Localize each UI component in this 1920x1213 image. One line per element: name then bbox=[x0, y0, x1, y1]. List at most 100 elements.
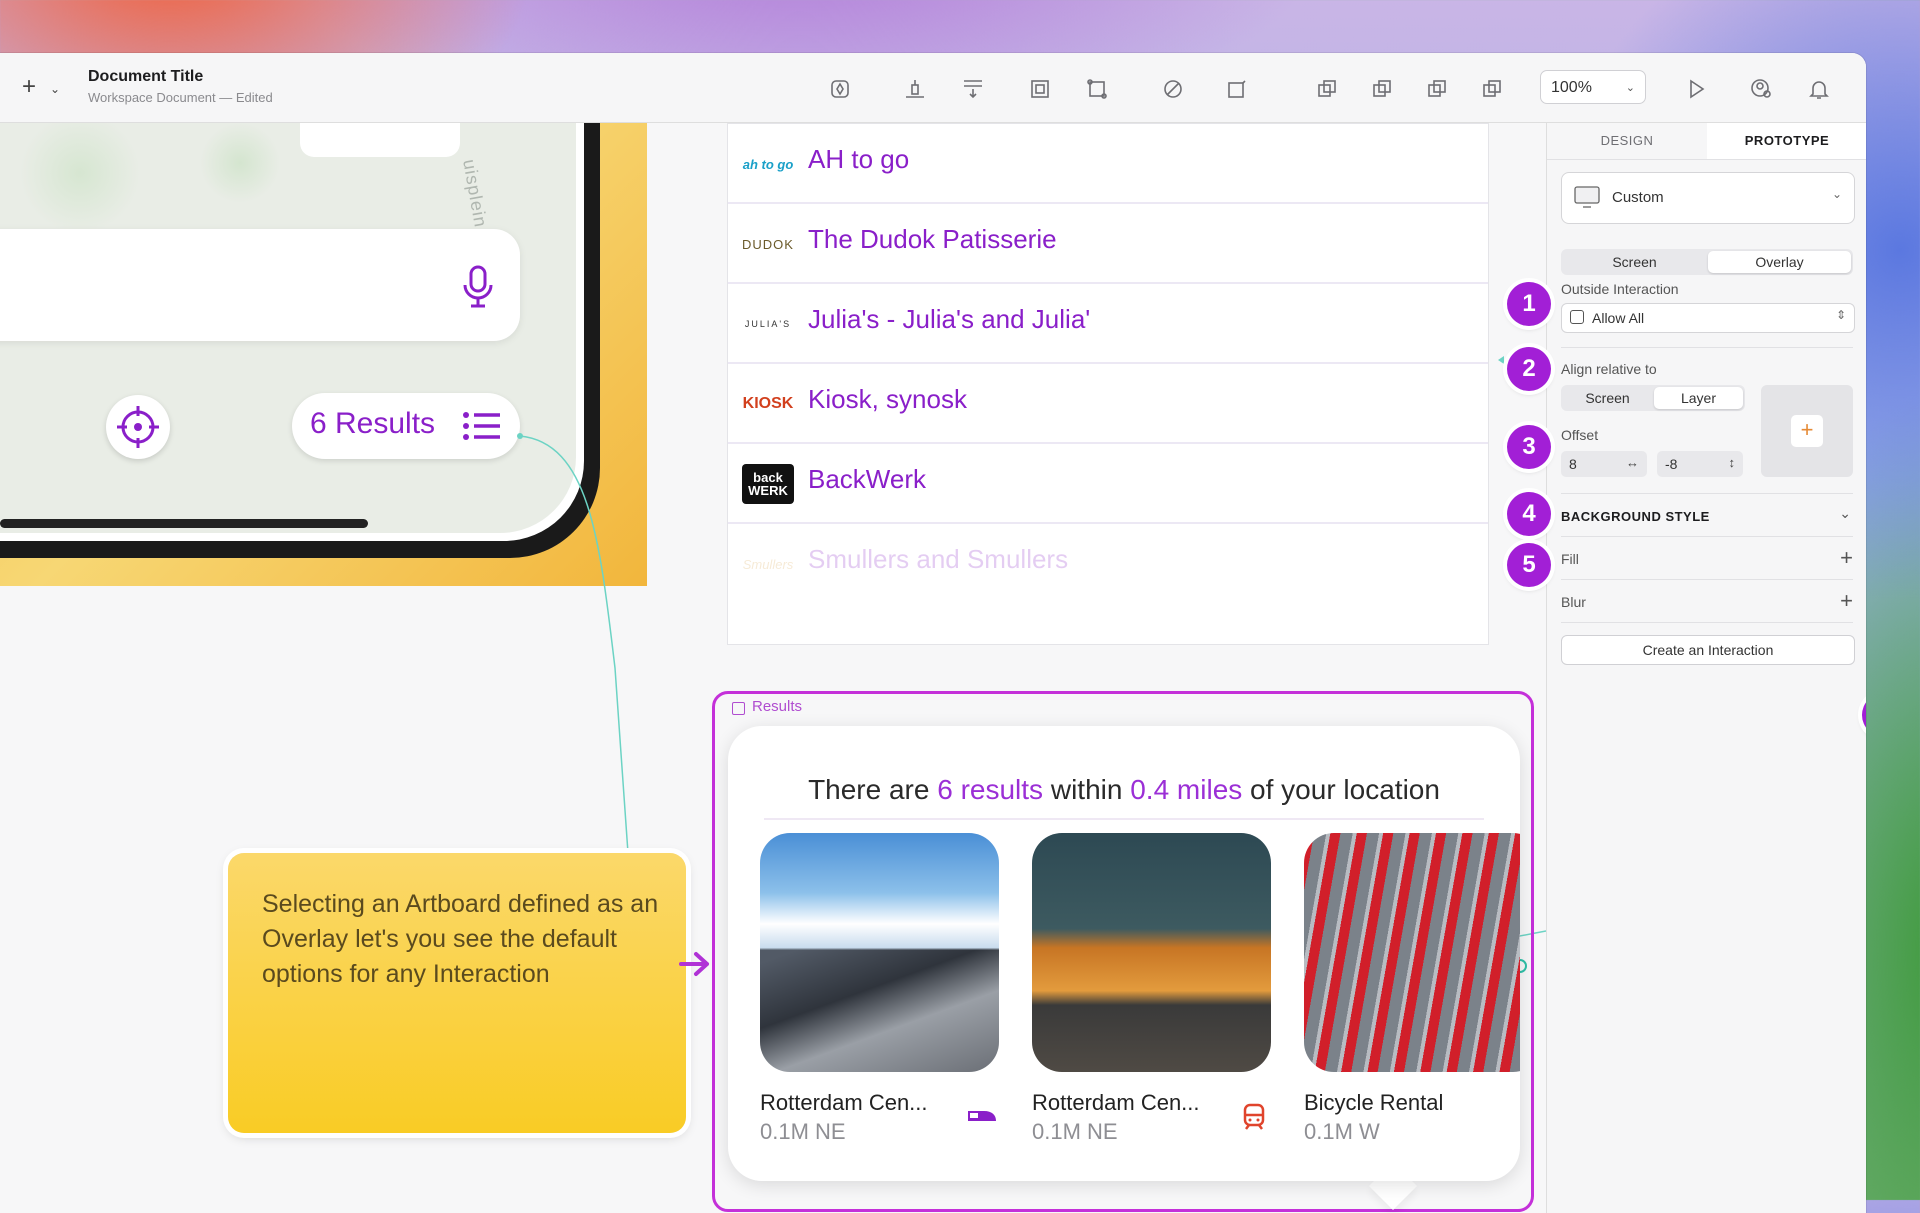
align-screen-option[interactable]: Screen bbox=[1563, 387, 1652, 409]
list-item-name: Julia's - Julia's and Julia' bbox=[808, 304, 1091, 334]
list-item[interactable]: DUDOK The Dudok Patisserie bbox=[728, 204, 1488, 284]
intersect-icon[interactable] bbox=[1422, 75, 1452, 103]
list-item[interactable]: ah to go AH to go bbox=[728, 124, 1488, 204]
mask-icon[interactable] bbox=[1158, 75, 1188, 103]
list-item-name: The Dudok Patisserie bbox=[808, 224, 1057, 254]
chevron-updown-icon: ⇕ bbox=[1835, 308, 1846, 322]
result-tile[interactable]: Rotterdam Cen... 0.1M NE bbox=[760, 833, 999, 1145]
symbol-icon[interactable] bbox=[825, 75, 855, 103]
locate-button[interactable] bbox=[106, 395, 170, 459]
offset-y-value: -8 bbox=[1665, 456, 1678, 472]
offset-y-input[interactable]: -8 ↕ bbox=[1657, 451, 1743, 477]
group-icon[interactable] bbox=[1082, 75, 1112, 103]
create-interaction-button[interactable]: Create an Interaction bbox=[1561, 635, 1855, 665]
inspector-panel: DESIGN PROTOTYPE Custom ⌄ Screen Overlay… bbox=[1546, 123, 1866, 1213]
anchor-picker[interactable]: + bbox=[1761, 385, 1853, 477]
logo-backwerk: back WERK bbox=[742, 464, 794, 504]
zoom-value: 100% bbox=[1551, 79, 1592, 96]
device-value: Custom bbox=[1612, 189, 1664, 206]
distribute-icon[interactable] bbox=[958, 75, 988, 103]
logo-ah-to-go: ah to go bbox=[742, 156, 794, 172]
microphone-icon[interactable] bbox=[460, 265, 496, 309]
artboard-label[interactable]: Results bbox=[752, 698, 802, 715]
mode-screen-option[interactable]: Screen bbox=[1563, 251, 1706, 273]
tab-prototype[interactable]: PROTOTYPE bbox=[1707, 123, 1866, 159]
crosshair-icon bbox=[117, 406, 159, 448]
resize-icon[interactable] bbox=[1222, 75, 1252, 103]
bicycle-photo bbox=[1304, 833, 1520, 1072]
blur-label: Blur bbox=[1561, 594, 1586, 610]
anchor-center-icon[interactable]: + bbox=[1791, 415, 1823, 447]
home-indicator bbox=[0, 519, 368, 528]
callout-text: Selecting an Artboard defined as an Over… bbox=[262, 890, 659, 988]
map-artboard[interactable]: uisplein 6 Results bbox=[0, 123, 647, 586]
tile-title: Rotterdam Cen... bbox=[1032, 1090, 1200, 1115]
tile-distance: 0.1M NE bbox=[760, 1119, 846, 1144]
add-blur-icon[interactable]: + bbox=[1840, 588, 1853, 614]
share-user-icon[interactable] bbox=[1746, 75, 1776, 103]
street-label: uisplein bbox=[459, 157, 491, 230]
list-item[interactable]: Smullers Smullers and Smullers bbox=[728, 524, 1488, 604]
tile-title: Bicycle Rental bbox=[1304, 1090, 1444, 1115]
tram-photo bbox=[1032, 833, 1271, 1072]
logo-smullers: Smullers bbox=[742, 556, 794, 572]
offset-x-value: 8 bbox=[1569, 456, 1577, 472]
align-segmented-control: Screen Layer bbox=[1561, 385, 1745, 411]
frame-icon[interactable] bbox=[1025, 75, 1055, 103]
offset-x-input[interactable]: 8 ↔ bbox=[1561, 451, 1647, 477]
annotation-marker-2: 2 bbox=[1507, 347, 1551, 391]
play-icon[interactable] bbox=[1681, 75, 1711, 103]
app-window: + ⌄ Document Title Workspace Document — E… bbox=[0, 53, 1866, 1213]
union-icon[interactable] bbox=[1312, 75, 1342, 103]
map-screen: uisplein 6 Results bbox=[0, 123, 576, 533]
chevron-down-icon: ⌄ bbox=[1831, 187, 1842, 201]
bell-icon[interactable] bbox=[1804, 75, 1834, 103]
logo-kiosk: KIOSK bbox=[742, 395, 794, 412]
chevron-down-icon[interactable]: ⌄ bbox=[1839, 505, 1851, 522]
logo-dudok: DUDOK bbox=[742, 236, 794, 252]
tile-title: Rotterdam Cen... bbox=[760, 1090, 928, 1115]
tram-icon bbox=[1243, 1103, 1265, 1130]
result-tile[interactable]: Bicycle Rental 0.1M W bbox=[1304, 833, 1520, 1145]
annotation-marker-1: 1 bbox=[1507, 282, 1551, 326]
outside-interaction-select[interactable]: Allow All ⇕ bbox=[1561, 303, 1855, 333]
tile-distance: 0.1M W bbox=[1304, 1119, 1380, 1144]
list-item[interactable]: KIOSK Kiosk, synosk bbox=[728, 364, 1488, 444]
fill-label: Fill bbox=[1561, 551, 1579, 567]
subtract-icon[interactable] bbox=[1367, 75, 1397, 103]
add-menu-button[interactable]: + ⌄ bbox=[22, 75, 66, 99]
add-fill-icon[interactable]: + bbox=[1840, 545, 1853, 571]
list-item[interactable]: JULIA'S Julia's - Julia's and Julia' bbox=[728, 284, 1488, 364]
results-pill-button[interactable]: 6 Results bbox=[292, 393, 520, 459]
station-photo bbox=[760, 833, 999, 1072]
align-layer-option[interactable]: Layer bbox=[1654, 387, 1743, 409]
list-icon bbox=[463, 412, 500, 440]
document-title: Document Title bbox=[88, 68, 204, 85]
outside-interaction-label: Outside Interaction bbox=[1561, 281, 1679, 297]
device-select[interactable]: Custom ⌄ bbox=[1561, 172, 1855, 224]
list-item[interactable]: back WERK BackWerk bbox=[728, 444, 1488, 524]
annotation-marker-4: 4 bbox=[1507, 492, 1551, 536]
chevron-down-icon: ⌄ bbox=[1625, 82, 1635, 94]
canvas[interactable]: uisplein 6 Results ah to go AH to go DUD… bbox=[0, 123, 1866, 1213]
annotation-marker-5: 5 bbox=[1507, 543, 1551, 587]
list-item-name: AH to go bbox=[808, 144, 910, 174]
logo-julias: JULIA'S bbox=[744, 319, 792, 329]
checkbox-icon bbox=[1570, 310, 1584, 324]
annotation-marker-3: 3 bbox=[1507, 425, 1551, 469]
document-subtitle: Workspace Document — Edited bbox=[88, 90, 273, 105]
mode-segmented-control: Screen Overlay bbox=[1561, 249, 1853, 275]
search-bar[interactable] bbox=[0, 229, 520, 341]
difference-icon[interactable] bbox=[1477, 75, 1507, 103]
zoom-select[interactable]: 100% ⌄ bbox=[1540, 70, 1646, 104]
background-style-label[interactable]: BACKGROUND STYLE bbox=[1561, 509, 1710, 524]
results-count: 6 Results bbox=[310, 407, 436, 440]
artboard-icon bbox=[732, 702, 745, 715]
align-icon[interactable] bbox=[900, 75, 930, 103]
tab-design[interactable]: DESIGN bbox=[1547, 123, 1707, 159]
chevron-down-icon: ⌄ bbox=[50, 82, 61, 96]
places-list-artboard[interactable]: ah to go AH to go DUDOK The Dudok Patiss… bbox=[727, 123, 1489, 645]
train-icon bbox=[968, 1111, 996, 1121]
result-tile[interactable]: Rotterdam Cen... 0.1M NE bbox=[1032, 833, 1271, 1145]
mode-overlay-option[interactable]: Overlay bbox=[1708, 251, 1851, 273]
